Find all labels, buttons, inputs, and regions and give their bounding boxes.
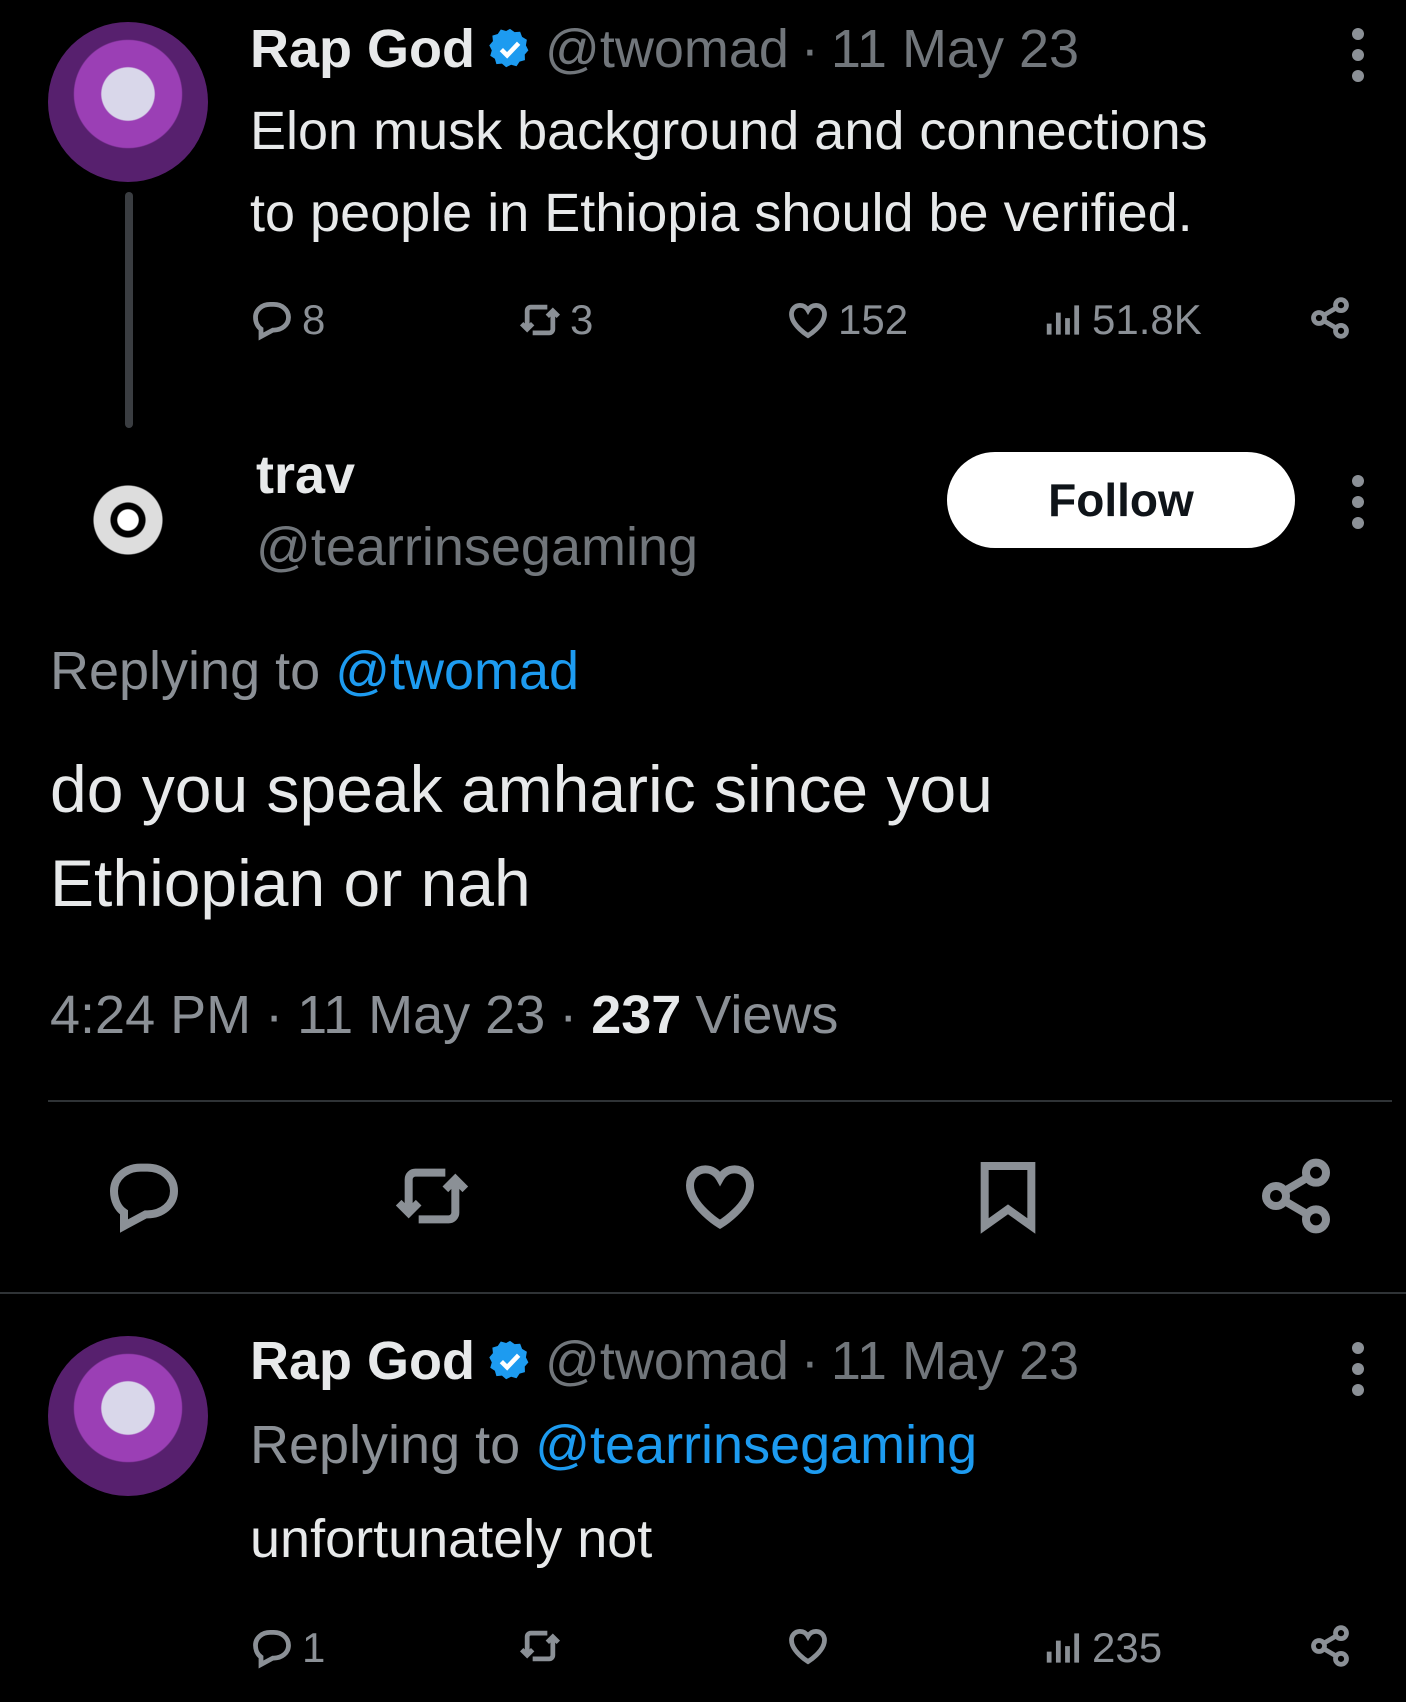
retweet-button[interactable] bbox=[518, 1624, 562, 1668]
tweet-date[interactable]: 11 May 23 bbox=[297, 984, 545, 1046]
display-name[interactable]: Rap God bbox=[250, 18, 475, 80]
views-label: Views bbox=[695, 985, 839, 1045]
bookmark-button[interactable] bbox=[968, 1156, 1048, 1241]
display-name[interactable]: Rap God bbox=[250, 1330, 475, 1392]
analytics-icon bbox=[1046, 305, 1080, 335]
tweet-text: Elon musk background and connections to … bbox=[250, 90, 1350, 254]
heart-icon bbox=[789, 1628, 827, 1665]
separator: · bbox=[265, 985, 284, 1045]
retweet-icon bbox=[519, 304, 561, 336]
view-count[interactable]: 51.8K bbox=[1040, 296, 1202, 344]
tweet-text-line: to people in Ethiopia should be verified… bbox=[250, 183, 1193, 243]
like-count[interactable]: 152 bbox=[786, 296, 908, 344]
reply-count[interactable]: 8 bbox=[250, 296, 325, 344]
separator: · bbox=[800, 1331, 819, 1391]
handle[interactable]: @twomad bbox=[545, 1330, 789, 1392]
replying-to: Replying to @tearrinsegaming bbox=[250, 1414, 977, 1476]
share-button[interactable] bbox=[1256, 1156, 1336, 1241]
views-count: 237 bbox=[591, 985, 682, 1045]
replying-prefix: Replying to bbox=[250, 1415, 521, 1475]
tweet-date[interactable]: 11 May 23 bbox=[831, 1330, 1079, 1392]
retweet-icon bbox=[519, 1630, 561, 1662]
divider bbox=[48, 1100, 1392, 1102]
bookmark-icon bbox=[980, 1162, 1036, 1234]
handle[interactable]: @twomad bbox=[545, 18, 789, 80]
reply-count[interactable]: 1 bbox=[250, 1624, 325, 1672]
tweet-text-line: do you speak amharic since you bbox=[50, 752, 993, 826]
tweet-text-line: Ethiopian or nah bbox=[50, 846, 531, 920]
share-icon bbox=[1311, 1625, 1349, 1667]
reply-count-label: 1 bbox=[302, 1624, 326, 1671]
heart-icon bbox=[685, 1165, 755, 1230]
avatar[interactable] bbox=[48, 22, 208, 182]
analytics-icon bbox=[1046, 1633, 1080, 1663]
view-count-label: 51.8K bbox=[1092, 296, 1202, 343]
tweet-timestamp: 4:24 PM · 11 May 23 · 237 Views bbox=[50, 984, 838, 1046]
retweet-count-label: 3 bbox=[570, 296, 594, 343]
replying-prefix: Replying to bbox=[50, 641, 321, 701]
reply-icon bbox=[109, 1163, 179, 1233]
avatar[interactable] bbox=[48, 440, 208, 600]
reply-icon bbox=[253, 302, 291, 341]
separator: · bbox=[800, 19, 819, 79]
more-options-icon[interactable] bbox=[1352, 28, 1364, 82]
main-tweet-text: do you speak amharic since you Ethiopian… bbox=[50, 742, 1350, 930]
avatar[interactable] bbox=[48, 1336, 208, 1496]
verified-badge-icon bbox=[489, 28, 529, 68]
thread-line bbox=[125, 192, 133, 428]
reply-button[interactable] bbox=[104, 1156, 184, 1241]
follow-button[interactable]: Follow bbox=[947, 452, 1295, 548]
handle[interactable]: @tearrinsegaming bbox=[256, 516, 698, 578]
replying-to: Replying to @twomad bbox=[50, 640, 579, 702]
tweet-text: unfortunately not bbox=[250, 1509, 653, 1569]
divider bbox=[0, 1292, 1406, 1294]
more-options-icon[interactable] bbox=[1352, 1342, 1364, 1396]
view-count[interactable]: 235 bbox=[1040, 1624, 1162, 1672]
retweet-button[interactable] bbox=[392, 1156, 472, 1241]
tweet-header: Rap God @twomad · 11 May 23 bbox=[250, 1330, 1079, 1392]
heart-icon bbox=[789, 302, 827, 339]
share-button[interactable] bbox=[1308, 296, 1352, 340]
like-button[interactable] bbox=[680, 1156, 760, 1241]
tweet-text-line: Elon musk background and connections bbox=[250, 101, 1208, 161]
reply-icon bbox=[253, 1630, 291, 1669]
like-count-label: 152 bbox=[838, 296, 909, 343]
separator: · bbox=[559, 985, 578, 1045]
more-options-icon[interactable] bbox=[1352, 475, 1364, 529]
like-button[interactable] bbox=[786, 1624, 830, 1668]
share-icon bbox=[1262, 1158, 1330, 1234]
tweet-time[interactable]: 4:24 PM bbox=[50, 984, 251, 1046]
retweet-icon bbox=[395, 1168, 469, 1224]
share-button[interactable] bbox=[1308, 1624, 1352, 1668]
tweet-date[interactable]: 11 May 23 bbox=[831, 18, 1079, 80]
replying-to-link[interactable]: @tearrinsegaming bbox=[535, 1415, 977, 1475]
retweet-count[interactable]: 3 bbox=[518, 296, 593, 344]
view-count-label: 235 bbox=[1092, 1624, 1163, 1671]
replying-to-link[interactable]: @twomad bbox=[335, 641, 579, 701]
reply-count-label: 8 bbox=[302, 296, 326, 343]
verified-badge-icon bbox=[489, 1340, 529, 1380]
tweet-header: Rap God @twomad · 11 May 23 bbox=[250, 18, 1079, 80]
share-icon bbox=[1311, 297, 1349, 339]
display-name[interactable]: trav bbox=[256, 444, 355, 506]
